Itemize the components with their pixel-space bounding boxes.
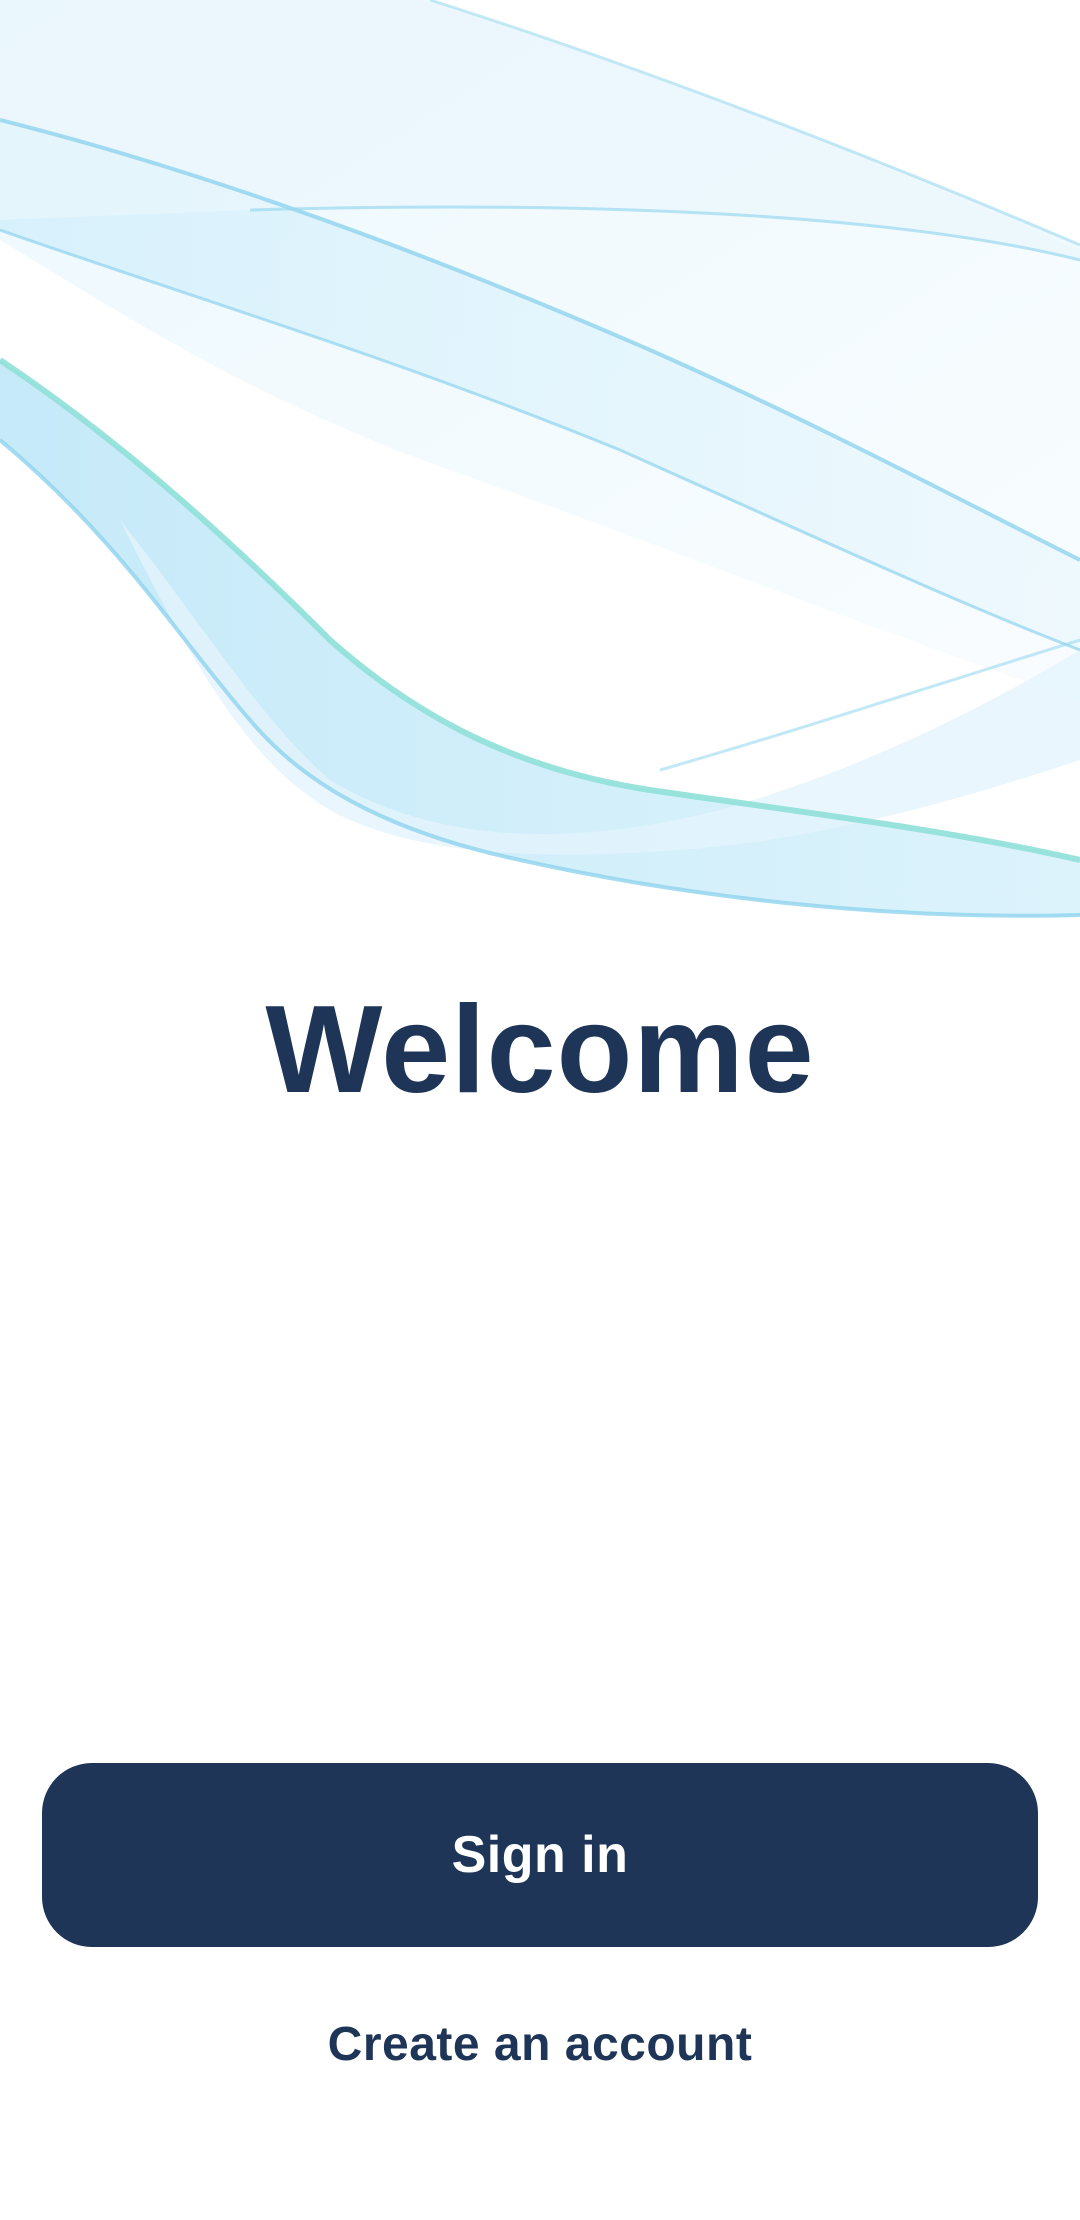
sign-in-label: Sign in	[451, 1826, 629, 1884]
hero-wave-illustration	[0, 0, 1080, 940]
create-account-link[interactable]: Create an account	[0, 2010, 1080, 2080]
sign-in-button[interactable]: Sign in	[42, 1763, 1038, 1947]
welcome-title: Welcome	[265, 981, 815, 1119]
